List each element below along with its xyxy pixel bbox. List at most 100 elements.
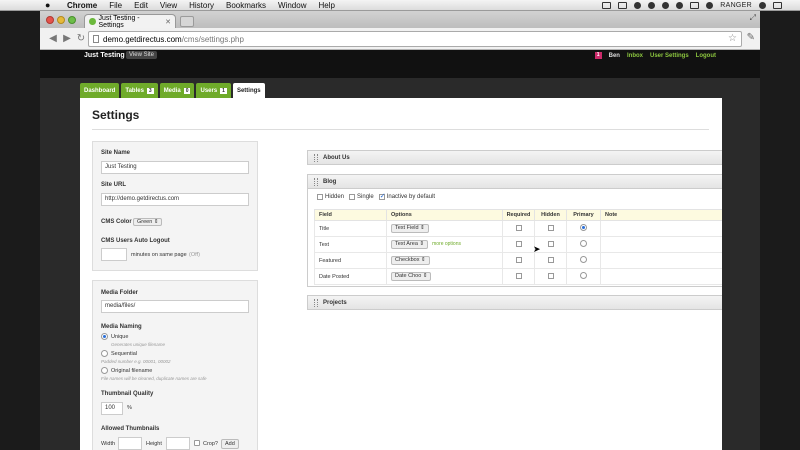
blog-single-checkbox[interactable] bbox=[349, 194, 356, 200]
bluetooth-icon[interactable] bbox=[648, 2, 656, 9]
fullscreen-icon[interactable]: ⤢ bbox=[750, 13, 756, 23]
required-cell bbox=[502, 268, 535, 285]
note-cell[interactable] bbox=[600, 220, 722, 237]
hidden-checkbox[interactable] bbox=[547, 272, 554, 279]
thumb-height-input[interactable] bbox=[166, 437, 190, 450]
menu-help[interactable]: Help bbox=[318, 1, 334, 10]
primary-radio[interactable] bbox=[580, 256, 587, 263]
field-options-cell: Date Choo ⇕ bbox=[386, 268, 503, 285]
hidden-checkbox[interactable] bbox=[547, 224, 554, 231]
inbox-link[interactable]: Inbox bbox=[627, 53, 643, 59]
blog-inactive-checkbox[interactable] bbox=[378, 192, 386, 200]
user-settings-link[interactable]: User Settings bbox=[650, 53, 689, 59]
projects-header[interactable]: Projects ▲ bbox=[308, 296, 722, 310]
view-site-button[interactable]: View Site bbox=[126, 51, 157, 59]
tab-media[interactable]: Media 0 bbox=[159, 83, 195, 98]
blog-options: Hidden Single Inactive by default bbox=[314, 192, 435, 200]
tab-dashboard[interactable]: Dashboard bbox=[80, 83, 120, 98]
menu-history[interactable]: History bbox=[189, 1, 214, 10]
menu-bookmarks[interactable]: Bookmarks bbox=[226, 1, 266, 10]
timemachine-icon[interactable] bbox=[634, 2, 642, 9]
blog-hidden-checkbox[interactable] bbox=[317, 194, 323, 200]
reload-button[interactable]: ↻ bbox=[74, 33, 88, 44]
more-options-link[interactable]: more options bbox=[432, 241, 461, 247]
thumb-width-input[interactable] bbox=[118, 437, 142, 450]
close-window-button[interactable] bbox=[46, 16, 54, 24]
spotlight-icon[interactable] bbox=[759, 2, 766, 9]
wifi-icon[interactable] bbox=[662, 2, 670, 9]
site-url-input[interactable]: http://demo.getdirectus.com bbox=[101, 193, 249, 206]
blog-header[interactable]: Blog ▼ bbox=[308, 175, 722, 189]
hidden-cell bbox=[534, 268, 567, 285]
primary-cell bbox=[566, 236, 601, 253]
primary-radio[interactable] bbox=[580, 240, 587, 247]
drag-handle-icon[interactable] bbox=[314, 177, 318, 186]
drag-handle-icon[interactable] bbox=[314, 298, 318, 307]
required-cell bbox=[502, 220, 535, 237]
new-tab-button[interactable] bbox=[180, 16, 194, 27]
menu-view[interactable]: View bbox=[160, 1, 177, 10]
camera-icon[interactable] bbox=[602, 2, 612, 9]
menu-edit[interactable]: Edit bbox=[134, 1, 148, 10]
naming-original-radio[interactable] bbox=[101, 367, 108, 374]
field-type-select[interactable]: Date Choo ⇕ bbox=[391, 272, 432, 281]
menubar-user[interactable]: RANGER bbox=[720, 2, 752, 9]
apple-icon[interactable]: ● bbox=[45, 0, 53, 10]
back-button[interactable]: ◀ bbox=[46, 33, 60, 44]
mouse-cursor-icon: ➤ bbox=[533, 244, 541, 254]
cms-color-select[interactable]: Green ⇕ bbox=[133, 218, 163, 226]
note-cell[interactable] bbox=[600, 268, 722, 285]
thumb-crop-checkbox[interactable] bbox=[194, 440, 200, 446]
required-checkbox[interactable] bbox=[515, 272, 522, 279]
note-cell[interactable] bbox=[600, 236, 722, 253]
note-cell[interactable] bbox=[600, 252, 722, 269]
page-info-icon[interactable] bbox=[93, 35, 99, 43]
media-count: 0 bbox=[183, 87, 191, 94]
wrench-menu-icon[interactable]: ✎ bbox=[747, 32, 755, 43]
thumb-quality-input[interactable]: 100 bbox=[101, 402, 123, 415]
required-checkbox[interactable] bbox=[515, 240, 522, 247]
field-type-value: Date Choo bbox=[395, 273, 422, 279]
add-thumbnail-button[interactable]: Add bbox=[221, 439, 239, 449]
naming-sequential-radio[interactable] bbox=[101, 350, 108, 357]
primary-cell bbox=[566, 268, 601, 285]
volume-icon[interactable] bbox=[676, 2, 684, 9]
notifications-icon[interactable] bbox=[773, 2, 782, 9]
required-checkbox[interactable] bbox=[515, 224, 522, 231]
forward-button[interactable]: ▶ bbox=[60, 33, 74, 44]
tab-settings[interactable]: Settings bbox=[232, 83, 265, 99]
main-nav: Dashboard Tables 3 Media 0 Users 1 Settings bbox=[80, 83, 265, 99]
field-type-select[interactable]: Text Area ⇕ bbox=[391, 240, 429, 249]
minimize-window-button[interactable] bbox=[57, 16, 65, 24]
zoom-window-button[interactable] bbox=[68, 16, 76, 24]
field-type-select[interactable]: Checkbox ⇕ bbox=[391, 256, 430, 265]
browser-tab[interactable]: Just Testing - Settings ✕ bbox=[84, 14, 176, 29]
close-tab-icon[interactable]: ✕ bbox=[165, 18, 171, 26]
site-name-input[interactable]: Just Testing bbox=[101, 161, 249, 174]
tab-tables[interactable]: Tables 3 bbox=[121, 83, 158, 98]
bookmark-star-icon[interactable]: ☆ bbox=[728, 33, 737, 44]
menu-window[interactable]: Window bbox=[278, 1, 306, 10]
clock-icon[interactable] bbox=[706, 2, 714, 9]
media-folder-input[interactable]: media/files/ bbox=[101, 300, 249, 313]
primary-radio[interactable] bbox=[580, 224, 587, 231]
address-bar[interactable]: demo.getdirectus.com /cms/settings.php ☆ bbox=[88, 31, 742, 47]
message-badge[interactable]: 1 bbox=[594, 52, 602, 59]
naming-unique-radio[interactable] bbox=[101, 333, 108, 340]
user-name[interactable]: Ben bbox=[609, 53, 620, 59]
hidden-checkbox[interactable] bbox=[547, 256, 554, 263]
hidden-checkbox[interactable] bbox=[547, 240, 554, 247]
display-icon[interactable] bbox=[618, 2, 628, 9]
about-us-header[interactable]: About Us ▲ bbox=[308, 151, 722, 165]
tab-media-label: Media bbox=[163, 87, 181, 94]
field-type-select[interactable]: Text Field ⇕ bbox=[391, 224, 429, 233]
primary-radio[interactable] bbox=[580, 272, 587, 279]
drag-handle-icon[interactable] bbox=[314, 153, 318, 162]
logout-link[interactable]: Logout bbox=[696, 53, 716, 59]
battery-icon[interactable] bbox=[690, 2, 700, 9]
menu-chrome[interactable]: Chrome bbox=[67, 1, 97, 10]
menu-file[interactable]: File bbox=[109, 1, 122, 10]
tab-users[interactable]: Users 1 bbox=[196, 83, 231, 98]
auto-logout-input[interactable] bbox=[101, 248, 127, 261]
required-checkbox[interactable] bbox=[515, 256, 522, 263]
